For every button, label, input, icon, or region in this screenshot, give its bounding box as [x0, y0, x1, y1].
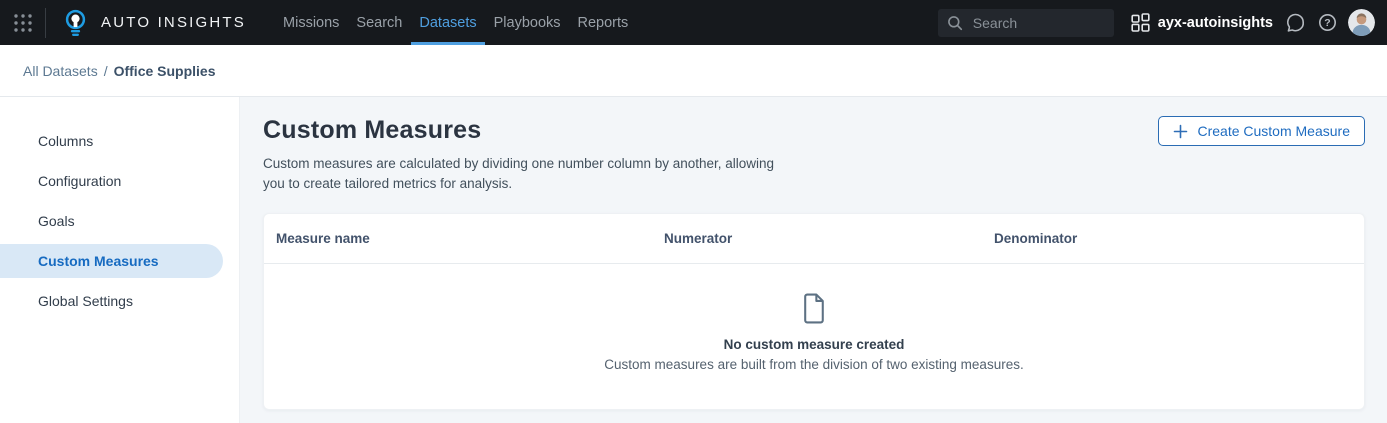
column-header-measure-name: Measure name — [276, 231, 664, 246]
nav-item-datasets[interactable]: Datasets — [411, 0, 484, 45]
breadcrumb-current: Office Supplies — [114, 63, 216, 79]
sidebar-item-columns[interactable]: Columns — [0, 124, 239, 158]
breadcrumb-all-datasets[interactable]: All Datasets — [23, 63, 98, 79]
custom-measures-table: Measure name Numerator Denominator No cu… — [263, 213, 1365, 410]
create-button-label: Create Custom Measure — [1197, 123, 1350, 139]
table-header-row: Measure name Numerator Denominator — [264, 214, 1364, 264]
svg-text:?: ? — [1324, 17, 1330, 29]
page-description: Custom measures are calculated by dividi… — [263, 154, 795, 195]
help-button[interactable]: ? — [1318, 13, 1337, 32]
nav-item-playbooks[interactable]: Playbooks — [486, 0, 569, 45]
primary-nav: Missions Search Datasets Playbooks Repor… — [275, 0, 637, 45]
sidebar-item-custom-measures[interactable]: Custom Measures — [0, 244, 223, 278]
page-title: Custom Measures — [263, 116, 795, 145]
column-header-numerator: Numerator — [664, 231, 994, 246]
nav-item-reports[interactable]: Reports — [570, 0, 637, 45]
document-icon — [802, 293, 827, 324]
lightbulb-logo-icon — [63, 9, 88, 37]
panel-header-text: Custom Measures Custom measures are calc… — [263, 116, 795, 195]
chat-button[interactable] — [1285, 12, 1306, 33]
app-launcher-button[interactable] — [0, 0, 45, 45]
column-header-denominator: Denominator — [994, 231, 1352, 246]
sidebar-item-global-settings[interactable]: Global Settings — [0, 284, 239, 318]
top-navbar: AUTO INSIGHTS Missions Search Datasets P… — [0, 0, 1387, 45]
sidebar-item-goals[interactable]: Goals — [0, 204, 239, 238]
empty-state: No custom measure created Custom measure… — [264, 264, 1364, 372]
dataset-settings-sidebar: Columns Configuration Goals Custom Measu… — [0, 97, 240, 423]
avatar-photo-icon — [1348, 9, 1375, 36]
topbar-divider — [45, 8, 46, 38]
empty-state-title: No custom measure created — [724, 337, 905, 352]
empty-state-subtitle: Custom measures are built from the divis… — [604, 357, 1023, 372]
breadcrumb-separator: / — [104, 63, 108, 79]
global-search[interactable] — [938, 9, 1114, 37]
nav-item-missions[interactable]: Missions — [275, 0, 347, 45]
chat-icon — [1285, 12, 1306, 33]
search-input[interactable] — [971, 14, 1105, 32]
auto-insights-logo[interactable] — [63, 9, 88, 37]
brand-title: AUTO INSIGHTS — [101, 14, 246, 31]
app-grid-icon — [12, 12, 34, 34]
plus-icon — [1173, 124, 1188, 139]
panel-header: Custom Measures Custom measures are calc… — [263, 116, 1365, 195]
sidebar-item-configuration[interactable]: Configuration — [0, 164, 239, 198]
custom-measures-panel: Custom Measures Custom measures are calc… — [240, 97, 1387, 423]
workspace-switcher[interactable]: ayx-autoinsights — [1131, 13, 1273, 32]
avatar[interactable] — [1348, 9, 1375, 36]
content-area: Columns Configuration Goals Custom Measu… — [0, 97, 1387, 423]
workspace-label: ayx-autoinsights — [1158, 15, 1273, 31]
create-custom-measure-button[interactable]: Create Custom Measure — [1158, 116, 1365, 146]
workspace-icon — [1131, 13, 1150, 32]
nav-item-search[interactable]: Search — [348, 0, 410, 45]
breadcrumb: All Datasets / Office Supplies — [0, 45, 1387, 97]
help-icon: ? — [1318, 13, 1337, 32]
search-icon — [947, 15, 963, 31]
